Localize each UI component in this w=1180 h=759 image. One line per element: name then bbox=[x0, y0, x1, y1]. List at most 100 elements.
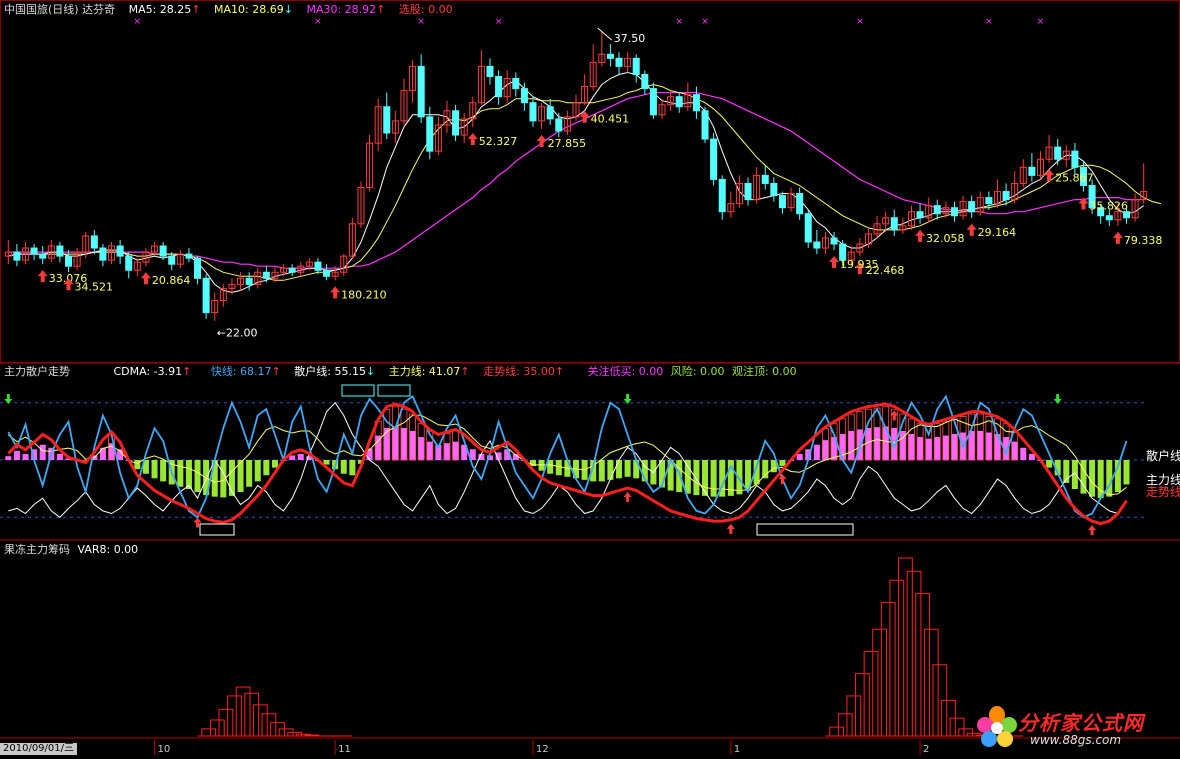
main-bar bbox=[254, 460, 261, 482]
chip-bar bbox=[880, 602, 896, 737]
retail-bar bbox=[865, 427, 872, 460]
chip-bar bbox=[201, 728, 217, 737]
retail-bar bbox=[977, 430, 984, 460]
var8-readout: VAR8: 0.00 bbox=[77, 543, 139, 556]
main-bar bbox=[340, 460, 347, 474]
fast-arrow-icon: ↑ bbox=[271, 365, 281, 378]
buy-arrow-icon bbox=[726, 523, 735, 534]
signal-marker: × bbox=[675, 17, 683, 27]
down-candle bbox=[796, 193, 804, 215]
main-bar bbox=[555, 460, 562, 476]
ma5-arrow-icon: ↑ bbox=[191, 3, 201, 16]
down-candle bbox=[555, 118, 563, 132]
main-bar bbox=[615, 460, 623, 479]
retail-bar bbox=[874, 427, 881, 460]
retail-bar bbox=[1028, 453, 1035, 460]
watermark-url: www.88gs.com bbox=[1030, 733, 1122, 747]
low-price-label: ←22.00 bbox=[217, 327, 258, 340]
down-candle bbox=[1028, 166, 1036, 176]
signal-marker: × bbox=[985, 17, 993, 27]
buy-arrow-icon bbox=[330, 286, 341, 299]
buy-price-label: 180.210 bbox=[341, 288, 387, 301]
main-bar bbox=[1123, 460, 1130, 485]
main-bar bbox=[607, 460, 614, 480]
buy-price-label: 35.826 bbox=[1089, 200, 1128, 213]
down-candle bbox=[950, 207, 958, 217]
buy-arrow-icon bbox=[915, 229, 926, 242]
down-candle bbox=[546, 106, 554, 120]
buy-price-label: 32.058 bbox=[926, 232, 965, 245]
down-candle bbox=[675, 96, 683, 108]
down-candle bbox=[512, 78, 520, 90]
main-bar bbox=[246, 460, 253, 487]
down-candle bbox=[813, 241, 821, 249]
down-candle bbox=[606, 53, 614, 59]
retail-bar bbox=[452, 441, 459, 460]
buy-arrow-icon bbox=[37, 270, 48, 283]
down-candle bbox=[1002, 191, 1010, 201]
main-bar bbox=[349, 460, 356, 476]
watermark-logo: 分析家公式网 www.88gs.com bbox=[974, 703, 1174, 751]
retail-bar bbox=[56, 453, 63, 460]
down-candle bbox=[830, 237, 838, 245]
retail-arrow-icon: ↓ bbox=[365, 365, 376, 378]
peak-price-label: 37.50 bbox=[614, 32, 646, 45]
ma10-arrow-icon: ↓ bbox=[283, 3, 293, 16]
chip-bars bbox=[201, 557, 991, 737]
price-panel-header: 中国国旅(日线) 达芬奇 MA5: 28.25↑ MA10: 28.69↓ MA… bbox=[4, 3, 453, 17]
down-candle bbox=[99, 247, 107, 261]
retail-bar bbox=[1020, 447, 1027, 460]
trend-line-label: 走势线 bbox=[1146, 485, 1180, 499]
retail-bar bbox=[5, 456, 12, 460]
down-candle bbox=[194, 257, 202, 279]
down-candle bbox=[778, 195, 786, 209]
down-candle bbox=[168, 255, 176, 265]
risk-readout: 风险: 0.00 bbox=[670, 365, 725, 378]
buy-price-label: 25.867 bbox=[1055, 171, 1094, 184]
chip-bar bbox=[244, 692, 260, 737]
buy-arrow-icon bbox=[1112, 231, 1123, 244]
chip-bar bbox=[252, 704, 268, 737]
down-candle bbox=[56, 245, 64, 257]
chip-bar bbox=[958, 728, 974, 737]
retail-bar bbox=[942, 435, 949, 460]
retail-line-label: 散户线 bbox=[1146, 448, 1180, 463]
main-bar bbox=[676, 460, 683, 493]
main-bar bbox=[1097, 460, 1104, 499]
signal-marker: × bbox=[495, 17, 503, 27]
trend-arrow-icon: ↑ bbox=[554, 365, 565, 378]
retail-bar bbox=[917, 437, 924, 460]
down-candle bbox=[417, 65, 425, 118]
chip-bar bbox=[227, 695, 242, 737]
chip-bar bbox=[829, 726, 845, 737]
buy-price-label: 34.521 bbox=[75, 280, 114, 293]
main-bar bbox=[160, 460, 167, 482]
down-candle bbox=[13, 251, 21, 261]
buy-price-label: 27.855 bbox=[548, 137, 587, 150]
down-candle bbox=[383, 106, 391, 134]
retail-bar bbox=[848, 430, 855, 460]
down-candle bbox=[116, 245, 124, 257]
buy-price-label: 19.935 bbox=[840, 258, 879, 271]
main-bar bbox=[194, 460, 201, 493]
signal-marker: × bbox=[701, 17, 709, 27]
top-zone-box bbox=[377, 384, 411, 397]
down-candle bbox=[262, 271, 270, 279]
down-candle bbox=[90, 235, 98, 249]
down-candle bbox=[202, 277, 210, 314]
down-candle bbox=[1054, 146, 1062, 160]
chip-bar bbox=[846, 695, 862, 737]
pick-readout: 选股: 0.00 bbox=[398, 3, 453, 16]
peak-pointer bbox=[597, 27, 613, 41]
ma5-readout: MA5: 28.25 bbox=[128, 3, 192, 16]
main-bar bbox=[177, 460, 184, 487]
retail-bar bbox=[383, 427, 390, 460]
down-candle bbox=[495, 75, 503, 98]
retail-bar bbox=[418, 437, 425, 460]
top-zone-box bbox=[341, 384, 375, 397]
down-candle bbox=[452, 110, 460, 136]
ma10-readout: MA10: 28.69 bbox=[214, 3, 284, 16]
main-arrow-icon: ↑ bbox=[460, 365, 470, 378]
chip-bar bbox=[923, 628, 939, 737]
buy-price-label: 40.451 bbox=[591, 113, 630, 126]
